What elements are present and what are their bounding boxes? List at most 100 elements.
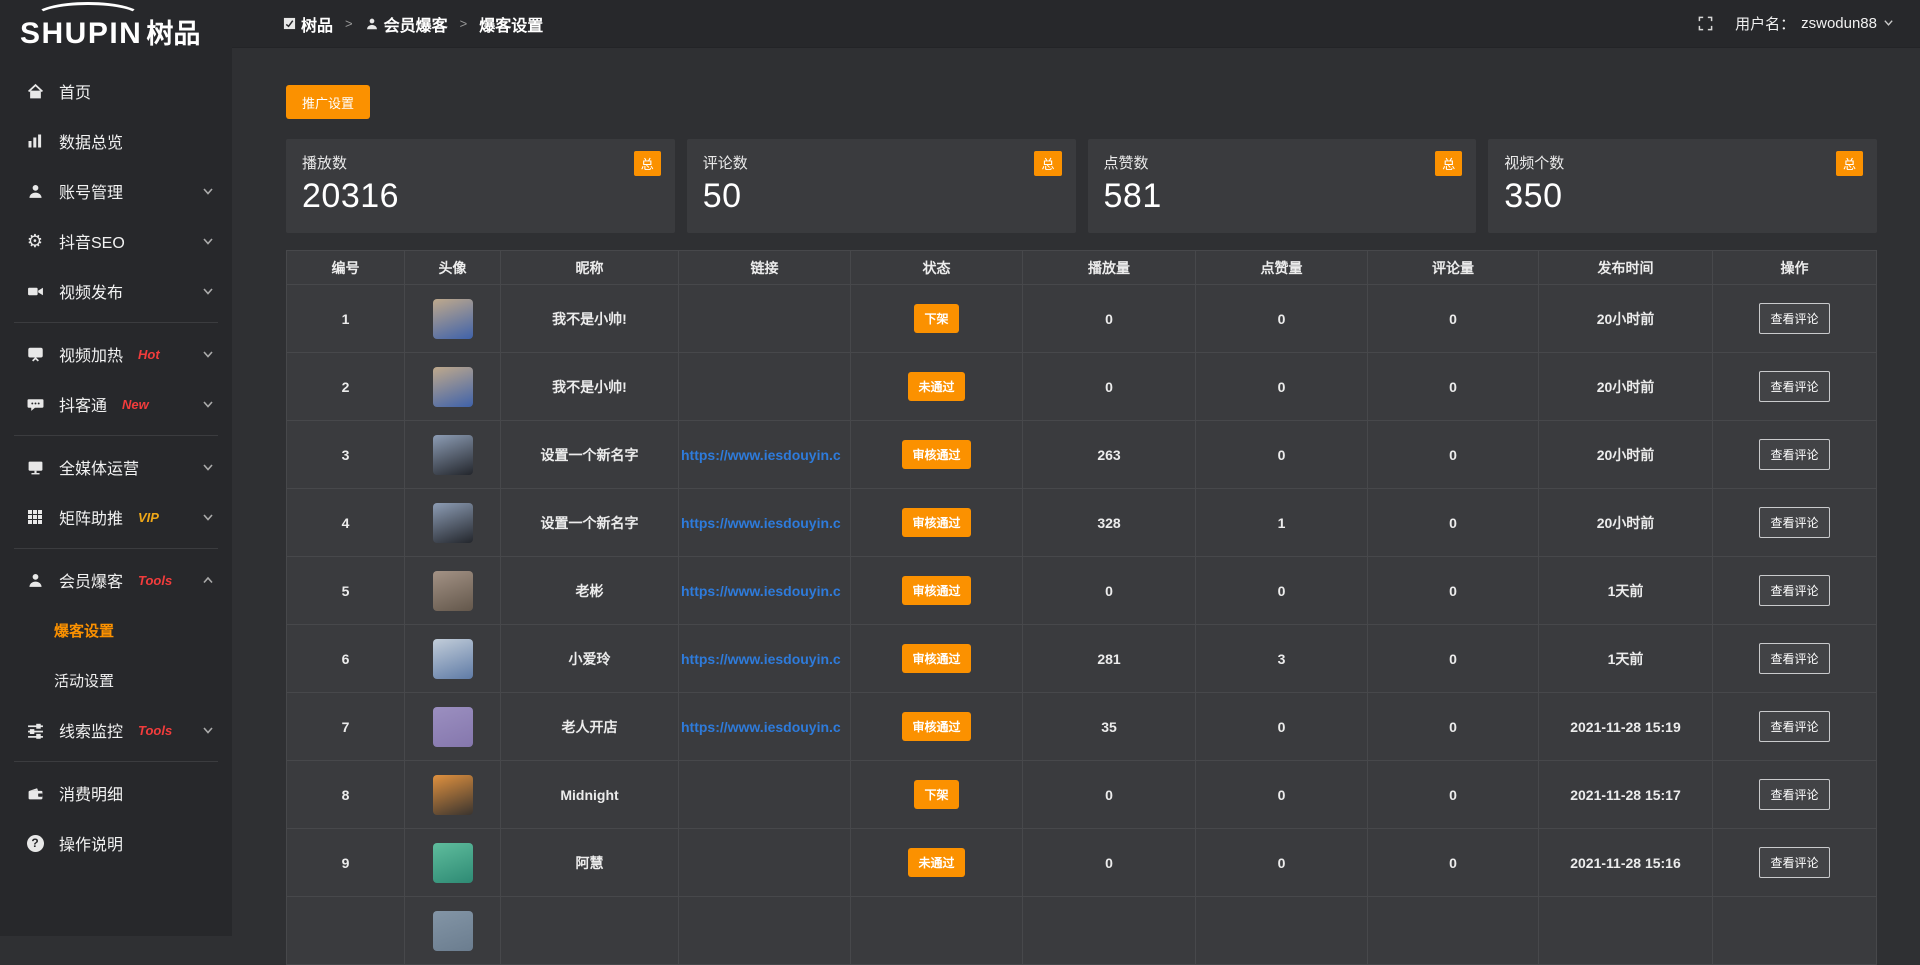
view-comments-button[interactable]: 查看评论 bbox=[1759, 507, 1829, 538]
col-header: 头像 bbox=[405, 251, 501, 285]
video-link[interactable] bbox=[679, 829, 851, 897]
avatar bbox=[433, 299, 473, 339]
stat-label: 视频个数 bbox=[1504, 152, 1861, 173]
breadcrumb-item-member-baoke[interactable]: 会员爆客 bbox=[365, 12, 448, 36]
sidebar-item-label: 线索监控 bbox=[59, 718, 123, 742]
row-id: 2 bbox=[287, 353, 405, 421]
avatar bbox=[433, 503, 473, 543]
sidebar-item-label: 操作说明 bbox=[59, 831, 123, 855]
like-count: 0 bbox=[1196, 693, 1368, 761]
sidebar-item-member-baoke[interactable]: 会员爆客 Tools bbox=[0, 555, 232, 605]
avatar bbox=[433, 367, 473, 407]
sidebar-item-home[interactable]: 首页 bbox=[0, 66, 232, 116]
screen-icon bbox=[24, 346, 46, 363]
stat-value: 50 bbox=[703, 177, 1060, 216]
sidebar-item-matrix-boost[interactable]: 矩阵助推 VIP bbox=[0, 492, 232, 542]
comment-count: 0 bbox=[1368, 625, 1539, 693]
avatar bbox=[433, 911, 473, 951]
monitor-icon bbox=[24, 459, 46, 476]
divider bbox=[14, 761, 218, 762]
sidebar-subitem-activity-settings[interactable]: 活动设置 bbox=[0, 655, 232, 705]
sidebar-item-video-heat[interactable]: 视频加热 Hot bbox=[0, 329, 232, 379]
video-link[interactable] bbox=[679, 353, 851, 421]
video-link[interactable]: https://www.iesdouyin.c bbox=[679, 489, 851, 557]
sidebar-item-label: 抖音SEO bbox=[59, 229, 125, 253]
sidebar-item-instructions[interactable]: 操作说明 bbox=[0, 818, 232, 868]
view-comments-button[interactable]: 查看评论 bbox=[1759, 847, 1829, 878]
sidebar-item-label: 视频发布 bbox=[59, 279, 123, 303]
col-header: 昵称 bbox=[501, 251, 679, 285]
publish-time: 2021-11-28 15:19 bbox=[1539, 693, 1713, 761]
gear-icon: ⚙ bbox=[24, 232, 46, 250]
sidebar-item-consumption-detail[interactable]: 消费明细 bbox=[0, 768, 232, 818]
view-comments-button[interactable]: 查看评论 bbox=[1759, 779, 1829, 810]
table-row-partial bbox=[287, 897, 1876, 965]
nickname: 我不是小帅! bbox=[501, 285, 679, 353]
chevron-down-icon bbox=[202, 461, 214, 473]
status-badge: 下架 bbox=[914, 780, 958, 809]
row-id: 9 bbox=[287, 829, 405, 897]
view-comments-button[interactable]: 查看评论 bbox=[1759, 371, 1829, 402]
fullscreen-icon[interactable] bbox=[1698, 16, 1713, 31]
status-badge: 下架 bbox=[914, 304, 958, 333]
topbar-right: 用户名：zswodun88 bbox=[1698, 13, 1894, 34]
video-link[interactable]: https://www.iesdouyin.c bbox=[679, 625, 851, 693]
view-comments-button[interactable]: 查看评论 bbox=[1759, 303, 1829, 334]
sidebar-subitem-baoke-settings[interactable]: 爆客设置 bbox=[0, 605, 232, 655]
sidebar-item-data-overview[interactable]: 数据总览 bbox=[0, 116, 232, 166]
sidebar-item-douyin-seo[interactable]: ⚙ 抖音SEO bbox=[0, 216, 232, 266]
view-comments-button[interactable]: 查看评论 bbox=[1759, 711, 1829, 742]
view-comments-button[interactable]: 查看评论 bbox=[1759, 439, 1829, 470]
logo-brand-cn: 树品 bbox=[146, 19, 200, 49]
play-count: 0 bbox=[1023, 285, 1196, 353]
sidebar-item-label: 会员爆客 bbox=[59, 568, 123, 592]
sidebar-item-label: 矩阵助推 bbox=[59, 505, 123, 529]
avatar bbox=[433, 843, 473, 883]
avatar bbox=[433, 435, 473, 475]
table-header-row: 编号 头像 昵称 链接 状态 播放量 点赞量 评论量 发布时间 操作 bbox=[287, 251, 1876, 285]
stat-cards: 播放数 20316 总 评论数 50 总 点赞数 581 总 视频个数 350 … bbox=[286, 139, 1877, 233]
view-comments-button[interactable]: 查看评论 bbox=[1759, 643, 1829, 674]
chat-icon bbox=[24, 396, 46, 413]
chevron-down-icon bbox=[202, 724, 214, 736]
breadcrumb-item-baoke-settings[interactable]: 爆客设置 bbox=[479, 12, 543, 36]
breadcrumb-item-shupin[interactable]: 树品 bbox=[283, 12, 333, 36]
status-badge: 审核通过 bbox=[902, 508, 970, 537]
sidebar-item-lead-monitor[interactable]: 线索监控 Tools bbox=[0, 705, 232, 755]
video-link[interactable]: https://www.iesdouyin.c bbox=[679, 693, 851, 761]
sidebar-item-account-mgmt[interactable]: 账号管理 bbox=[0, 166, 232, 216]
video-link[interactable]: https://www.iesdouyin.c bbox=[679, 557, 851, 625]
like-count: 0 bbox=[1196, 829, 1368, 897]
play-count: 0 bbox=[1023, 761, 1196, 829]
stat-card-videos: 视频个数 350 总 bbox=[1488, 139, 1877, 233]
nickname: 设置一个新名字 bbox=[501, 421, 679, 489]
comment-count: 0 bbox=[1368, 285, 1539, 353]
play-count: 281 bbox=[1023, 625, 1196, 693]
sidebar-item-omni-media[interactable]: 全媒体运营 bbox=[0, 442, 232, 492]
logo-arc bbox=[34, 2, 142, 32]
table-row: 9 阿慧 未通过 0 0 0 2021-11-28 15:16 查看评论 bbox=[287, 829, 1876, 897]
play-count: 35 bbox=[1023, 693, 1196, 761]
promo-settings-button[interactable]: 推广设置 bbox=[286, 85, 370, 119]
sidebar-item-label: 抖客通 bbox=[59, 392, 107, 416]
table-row: 3 设置一个新名字 https://www.iesdouyin.c 审核通过 2… bbox=[287, 421, 1876, 489]
row-id: 1 bbox=[287, 285, 405, 353]
nickname: 阿慧 bbox=[501, 829, 679, 897]
breadcrumb: 树品 > 会员爆客 > 爆客设置 bbox=[283, 12, 543, 36]
video-link[interactable]: https://www.iesdouyin.c bbox=[679, 421, 851, 489]
view-comments-button[interactable]: 查看评论 bbox=[1759, 575, 1829, 606]
video-link[interactable] bbox=[679, 761, 851, 829]
sidebar-item-label: 账号管理 bbox=[59, 179, 123, 203]
status-badge: 审核通过 bbox=[902, 576, 970, 605]
sidebar-item-douketong[interactable]: 抖客通 New bbox=[0, 379, 232, 429]
stat-label: 评论数 bbox=[703, 152, 1060, 173]
sidebar-item-label: 消费明细 bbox=[59, 781, 123, 805]
divider bbox=[14, 322, 218, 323]
video-link[interactable] bbox=[679, 285, 851, 353]
stat-card-comments: 评论数 50 总 bbox=[687, 139, 1076, 233]
sidebar-item-video-publish[interactable]: 视频发布 bbox=[0, 266, 232, 316]
user-menu[interactable]: 用户名：zswodun88 bbox=[1735, 13, 1894, 34]
logo: SHUPIN树品 bbox=[0, 0, 232, 58]
nickname: 小爱玲 bbox=[501, 625, 679, 693]
col-header: 发布时间 bbox=[1539, 251, 1713, 285]
